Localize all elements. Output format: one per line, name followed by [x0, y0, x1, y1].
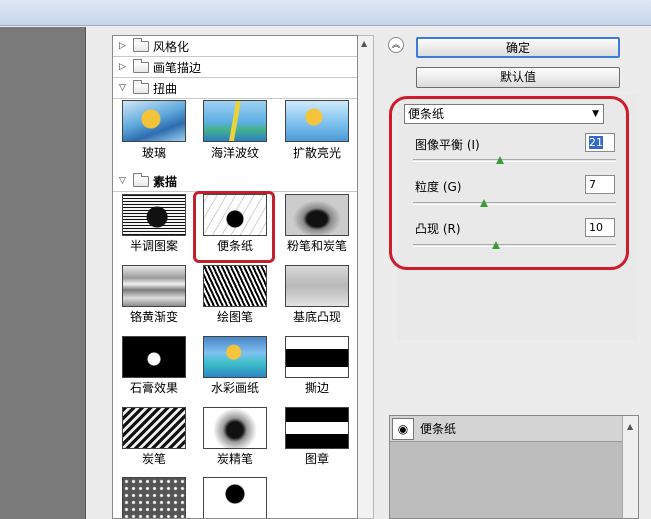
thumb-label: 扩散亮光 [292, 146, 341, 160]
category-label: 风格化 [153, 39, 190, 54]
thumb-reticulation[interactable] [122, 477, 186, 518]
expanded-arrow-icon: ▽ [119, 83, 126, 93]
effect-layer-row[interactable]: ◉ 便条纸 [390, 416, 622, 442]
collapsed-arrow-icon: ▷ [119, 41, 126, 51]
thumb-bas-relief[interactable] [285, 265, 349, 307]
layers-scrollbar[interactable]: ▲ [622, 416, 638, 518]
thumb-label: 石膏效果 [129, 381, 178, 395]
thumb-chrome[interactable] [122, 265, 186, 307]
thumb-label: 绘图笔 [216, 310, 253, 324]
thumb-stamp[interactable] [285, 407, 349, 449]
thumb-label: 基底凸现 [292, 310, 341, 324]
category-stylize[interactable]: ▷ 风格化 [113, 36, 357, 57]
thumb-label: 水彩画纸 [210, 381, 259, 395]
double-chevron-up-icon: ︽ [392, 40, 400, 49]
thumb-label: 海洋波纹 [210, 146, 259, 160]
thumb-water-paper[interactable] [203, 336, 267, 378]
thumb-plaster[interactable] [122, 336, 186, 378]
effect-layers-panel: ◉ 便条纸 ▲ [389, 415, 639, 519]
expanded-arrow-icon: ▽ [119, 176, 126, 186]
thumb-graphic-pen[interactable] [203, 265, 267, 307]
thumb-chalk-charcoal[interactable] [285, 194, 349, 236]
thumb-glass[interactable] [122, 100, 186, 142]
annotation-highlight [389, 96, 629, 270]
folder-open-icon [133, 79, 149, 94]
thumb-conte-crayon[interactable] [203, 407, 267, 449]
thumb-diffuse-glow[interactable] [285, 100, 349, 142]
category-label: 素描 [153, 174, 178, 189]
default-button[interactable]: 默认值 [416, 67, 620, 88]
thumb-label: 玻璃 [141, 146, 166, 160]
category-label: 扭曲 [153, 81, 178, 96]
thumb-label: 铬黄渐变 [129, 310, 178, 324]
scroll-up-icon[interactable]: ▲ [627, 422, 633, 431]
preview-area[interactable] [0, 27, 86, 519]
thumb-label: 炭精笔 [216, 452, 253, 466]
thumb-label: 撕边 [304, 381, 329, 395]
eye-icon[interactable]: ◉ [392, 417, 414, 440]
thumb-label: 炭笔 [141, 452, 166, 466]
effect-layer-label: 便条纸 [420, 422, 457, 436]
thumb-label: 图章 [304, 452, 329, 466]
filter-browser: ▷ 风格化 ▷ 画笔描边 ▽ 扭曲 玻璃 海洋波纹 扩散亮光 ▽ 素描 半调图案… [112, 35, 358, 519]
thumb-label: 半调图案 [129, 239, 178, 253]
thumb-label: 粉笔和炭笔 [286, 239, 347, 253]
collapse-browser-button[interactable]: ︽ [388, 37, 404, 53]
scroll-up-icon[interactable]: ▲ [361, 39, 367, 48]
thumb-halftone-pattern[interactable] [122, 194, 186, 236]
thumb-ocean-ripple[interactable] [203, 100, 267, 142]
folder-icon [133, 58, 149, 73]
thumb-charcoal[interactable] [122, 407, 186, 449]
category-sketch[interactable]: ▽ 素描 [113, 171, 357, 192]
folder-icon [133, 37, 149, 52]
collapsed-arrow-icon: ▷ [119, 62, 126, 72]
selection-highlight [193, 191, 275, 263]
folder-open-icon [133, 172, 149, 187]
thumb-photocopy[interactable] [203, 477, 267, 518]
category-brush-strokes[interactable]: ▷ 画笔描边 [113, 57, 357, 78]
preview-gap [86, 27, 112, 519]
category-label: 画笔描边 [153, 60, 202, 75]
thumb-torn-edges[interactable] [285, 336, 349, 378]
category-distort[interactable]: ▽ 扭曲 [113, 78, 357, 99]
ok-button[interactable]: 确定 [416, 37, 620, 58]
browser-scrollbar[interactable]: ▲ [358, 35, 374, 519]
title-bar [0, 0, 651, 26]
